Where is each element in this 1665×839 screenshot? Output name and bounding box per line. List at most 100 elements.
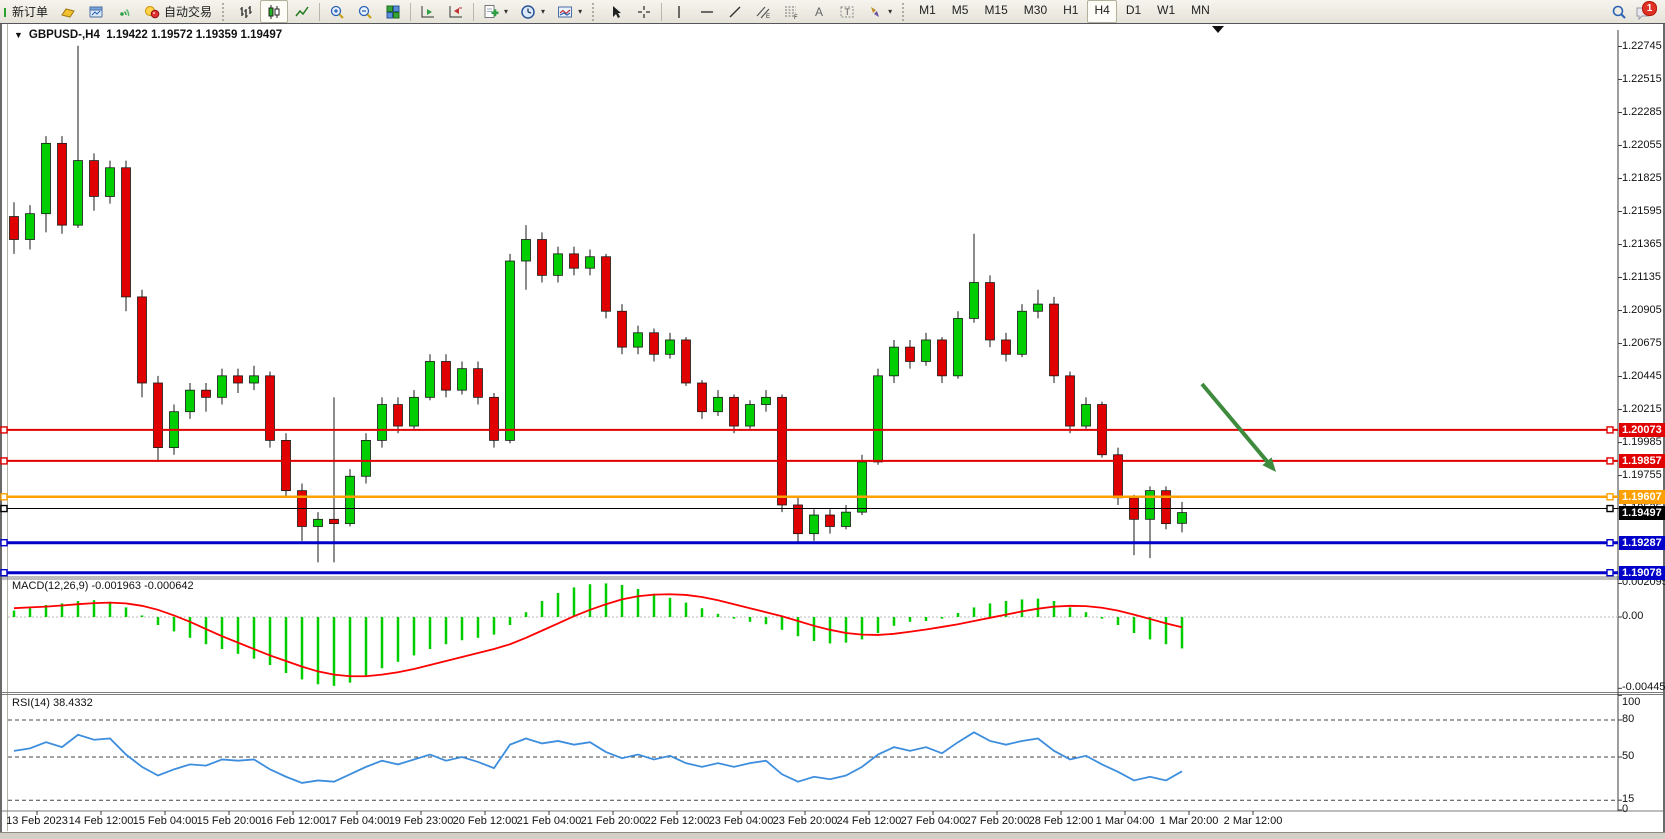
text-label-button[interactable]: T bbox=[833, 0, 861, 23]
candle-body bbox=[1018, 311, 1027, 354]
level-handle[interactable] bbox=[1, 506, 7, 512]
tile-windows-button[interactable] bbox=[379, 0, 407, 23]
level-handle[interactable] bbox=[1607, 506, 1613, 512]
search-icon[interactable] bbox=[1611, 4, 1627, 20]
market-window-icon[interactable] bbox=[82, 0, 110, 23]
price-tick-label: 1.21595 bbox=[1622, 205, 1662, 217]
signal-icon[interactable] bbox=[110, 0, 138, 23]
price-tick-label: 1.21365 bbox=[1622, 238, 1662, 250]
candlestick-chart-button[interactable] bbox=[260, 0, 288, 23]
price-tick-label: 1.20445 bbox=[1622, 370, 1662, 382]
bar-chart-button[interactable] bbox=[232, 0, 260, 23]
candle-body bbox=[874, 376, 883, 462]
new-order-button[interactable]: 新订单 bbox=[6, 0, 54, 23]
timeframe-toolbar: M1M5M15M30H1H4D1W1MN bbox=[912, 0, 1217, 23]
level-handle[interactable] bbox=[1, 540, 7, 546]
candle-body bbox=[490, 397, 499, 440]
timeframe-button-M1[interactable]: M1 bbox=[912, 0, 943, 23]
indicators-dropdown-caret[interactable]: ▾ bbox=[504, 7, 508, 16]
window-bottom-edge bbox=[0, 832, 1665, 839]
arrows-dropdown-caret[interactable]: ▾ bbox=[888, 7, 892, 16]
chat-icon[interactable]: 1 bbox=[1635, 3, 1655, 21]
candle-body bbox=[970, 283, 979, 319]
periods-clock-button[interactable]: ▾ bbox=[514, 0, 551, 23]
timeframe-button-M30[interactable]: M30 bbox=[1017, 0, 1054, 23]
periods-dropdown-caret[interactable]: ▾ bbox=[541, 7, 545, 16]
toolbar-drag-handle[interactable] bbox=[222, 3, 229, 21]
candle-body bbox=[394, 405, 403, 427]
price-badge-1.19078: 1.19078 bbox=[1619, 566, 1665, 580]
candle-body bbox=[474, 369, 483, 398]
macd-tick-label: -0.004455 bbox=[1622, 681, 1665, 693]
toolbar-drag-handle[interactable] bbox=[592, 3, 599, 21]
level-handle[interactable] bbox=[1607, 570, 1613, 576]
price-tick-label: 1.22055 bbox=[1622, 139, 1662, 151]
template-dropdown-caret[interactable]: ▾ bbox=[578, 7, 582, 16]
candle-body bbox=[330, 519, 339, 523]
date-label: 23 Feb 04:00 bbox=[709, 815, 774, 827]
notification-badge[interactable]: 1 bbox=[1642, 1, 1657, 16]
level-handle[interactable] bbox=[1607, 427, 1613, 433]
timeframe-button-H4[interactable]: H4 bbox=[1087, 0, 1116, 23]
gold-bar-icon[interactable] bbox=[54, 0, 82, 23]
level-handle[interactable] bbox=[1607, 494, 1613, 500]
zoom-out-button[interactable] bbox=[351, 0, 379, 23]
date-label: 27 Feb 20:00 bbox=[965, 815, 1030, 827]
timeframe-button-M15[interactable]: M15 bbox=[977, 0, 1014, 23]
template-button[interactable]: ▾ bbox=[551, 0, 588, 23]
crosshair-button[interactable] bbox=[630, 0, 658, 23]
vertical-line-button[interactable] bbox=[665, 0, 693, 23]
candle-body bbox=[74, 161, 83, 226]
level-handle[interactable] bbox=[1, 427, 7, 433]
chart-canvas[interactable] bbox=[0, 0, 1665, 839]
chart-autoscroll-button[interactable] bbox=[442, 0, 470, 23]
candle-body bbox=[138, 297, 147, 383]
trendline-button[interactable] bbox=[721, 0, 749, 23]
price-tick-label: 1.21135 bbox=[1622, 271, 1661, 283]
chart-title-ohlc: 1.19422 1.19572 1.19359 1.19497 bbox=[106, 29, 282, 41]
fibonacci-button[interactable]: F bbox=[777, 0, 805, 23]
timeframe-button-M5[interactable]: M5 bbox=[945, 0, 976, 23]
price-tick-label: 1.22745 bbox=[1622, 40, 1662, 52]
candle-body bbox=[906, 347, 915, 361]
candle-body bbox=[554, 254, 563, 276]
level-handle[interactable] bbox=[1, 458, 7, 464]
timeframe-button-MN[interactable]: MN bbox=[1184, 0, 1217, 23]
timeframe-button-D1[interactable]: D1 bbox=[1119, 0, 1148, 23]
indicators-add-button[interactable]: ▾ bbox=[477, 0, 514, 23]
toolbar: 新订单 自动交易 bbox=[0, 0, 1665, 24]
chart-shift-button[interactable] bbox=[414, 0, 442, 23]
level-handle[interactable] bbox=[1, 570, 7, 576]
date-label: 17 Feb 04:00 bbox=[325, 815, 390, 827]
equidistant-channel-button[interactable]: E bbox=[749, 0, 777, 23]
svg-text:T: T bbox=[845, 7, 851, 17]
level-handle[interactable] bbox=[1, 494, 7, 500]
arrows-button[interactable]: ▾ bbox=[861, 0, 898, 23]
date-label: 15 Feb 20:00 bbox=[197, 815, 262, 827]
level-handle[interactable] bbox=[1607, 540, 1613, 546]
timeframe-button-H1[interactable]: H1 bbox=[1056, 0, 1085, 23]
timeframe-button-W1[interactable]: W1 bbox=[1150, 0, 1182, 23]
toolbar-drag-handle[interactable] bbox=[902, 3, 909, 21]
chart-menu-icon[interactable]: ▼ bbox=[14, 30, 23, 40]
candle-body bbox=[714, 397, 723, 411]
auto-trading-button[interactable]: 自动交易 bbox=[138, 0, 218, 23]
candle-body bbox=[346, 476, 355, 523]
toolbar-right: 1 bbox=[1611, 3, 1665, 21]
arrow-annotation[interactable] bbox=[1202, 384, 1267, 461]
zoom-in-button[interactable] bbox=[323, 0, 351, 23]
svg-text:A: A bbox=[815, 5, 823, 19]
candle-body bbox=[618, 311, 627, 347]
candle-body bbox=[602, 257, 611, 312]
chart-shift-marker[interactable] bbox=[1212, 26, 1224, 33]
level-handle[interactable] bbox=[1607, 458, 1613, 464]
horizontal-line-button[interactable] bbox=[693, 0, 721, 23]
cursor-button[interactable] bbox=[602, 0, 630, 23]
chart-title-symbol: GBPUSD-,H4 bbox=[29, 29, 100, 41]
text-button[interactable]: A bbox=[805, 0, 833, 23]
candle-body bbox=[538, 240, 547, 276]
date-label: 22 Feb 12:00 bbox=[645, 815, 710, 827]
candle-body bbox=[938, 340, 947, 376]
line-chart-button[interactable] bbox=[288, 0, 316, 23]
candle-body bbox=[250, 376, 259, 383]
